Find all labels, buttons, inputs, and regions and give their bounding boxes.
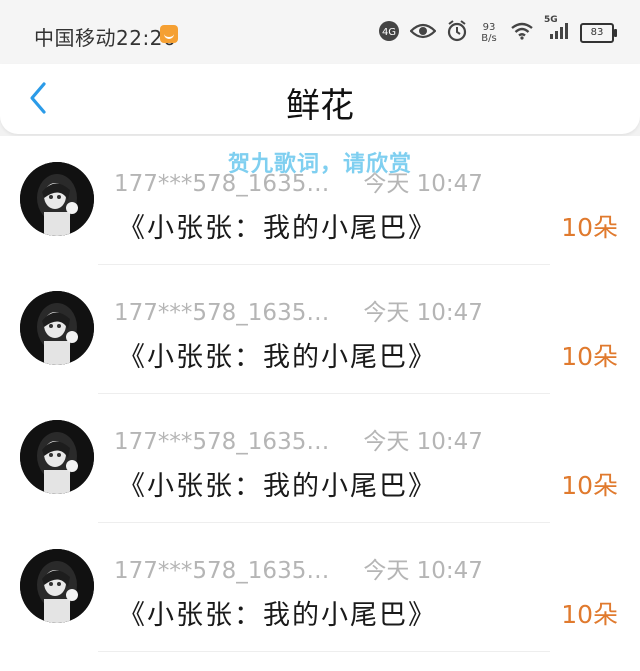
gift-time: 今天 10:47 bbox=[363, 429, 483, 455]
eye-icon bbox=[409, 22, 437, 44]
gift-note: 《小张张：我的小尾巴》 bbox=[118, 471, 437, 502]
sender-name: 177***578_1635… bbox=[114, 558, 330, 584]
sender-meta: 177***578_1635… 今天 10:47 bbox=[114, 293, 483, 327]
gift-note: 《小张张：我的小尾巴》 bbox=[118, 213, 437, 244]
watermark-text: 贺九歌词，请欣赏 bbox=[228, 152, 413, 177]
gift-amount: 10朵 bbox=[561, 600, 618, 629]
sender-name: 177***578_1635… bbox=[114, 300, 330, 326]
alarm-icon bbox=[446, 20, 468, 46]
gift-time: 今天 10:47 bbox=[363, 558, 483, 584]
gift-amount: 10朵 bbox=[561, 342, 618, 371]
avatar[interactable] bbox=[20, 162, 94, 236]
nfc-icon: 4G bbox=[378, 20, 400, 46]
sender-meta: 177***578_1635… 今天 10:47 bbox=[114, 551, 483, 585]
signal-icon: 5G bbox=[544, 15, 570, 45]
network-speed-unit: B/s bbox=[481, 33, 497, 44]
network-type: 5G bbox=[544, 15, 558, 25]
sender-name: 177***578_1635… bbox=[114, 429, 330, 455]
avatar[interactable] bbox=[20, 420, 94, 494]
gift-row[interactable]: 177***578_1635… 今天 10:47 《小张张：我的小尾巴》 10朵 bbox=[0, 265, 640, 394]
gift-row[interactable]: 177***578_1635… 今天 10:47 《小张张：我的小尾巴》 10朵 bbox=[0, 523, 640, 652]
row-divider bbox=[98, 651, 550, 652]
gift-note: 《小张张：我的小尾巴》 bbox=[118, 342, 437, 373]
network-speed-value: 93 bbox=[482, 22, 496, 33]
avatar[interactable] bbox=[20, 291, 94, 365]
app-notification-icon bbox=[160, 25, 178, 43]
page-title: 鲜花 bbox=[286, 86, 354, 126]
gift-amount: 10朵 bbox=[561, 471, 618, 500]
svg-text:4G: 4G bbox=[382, 27, 396, 38]
carrier-time: 中国移动22:26 bbox=[34, 26, 177, 50]
avatar[interactable] bbox=[20, 549, 94, 623]
sender-meta: 177***578_1635… 今天 10:47 bbox=[114, 422, 483, 456]
network-speed: 93 B/s bbox=[478, 22, 500, 44]
status-icons: 4G 93 B/s 5G 83 bbox=[378, 15, 617, 48]
status-bar: 中国移动22:26 4G 93 B/s 5G 83 bbox=[0, 0, 640, 64]
nav-header: 鲜花 bbox=[0, 64, 640, 134]
gift-row[interactable]: 177***578_1635… 今天 10:47 《小张张：我的小尾巴》 10朵 bbox=[0, 394, 640, 523]
gift-note: 《小张张：我的小尾巴》 bbox=[118, 600, 437, 631]
wifi-icon bbox=[510, 22, 534, 44]
gift-amount: 10朵 bbox=[561, 213, 618, 242]
gift-time: 今天 10:47 bbox=[363, 300, 483, 326]
battery-icon: 83 bbox=[580, 23, 617, 43]
gift-list[interactable]: 贺九歌词，请欣赏 177***578_1635… 今天 10:47 《小张张：我的… bbox=[0, 136, 640, 671]
